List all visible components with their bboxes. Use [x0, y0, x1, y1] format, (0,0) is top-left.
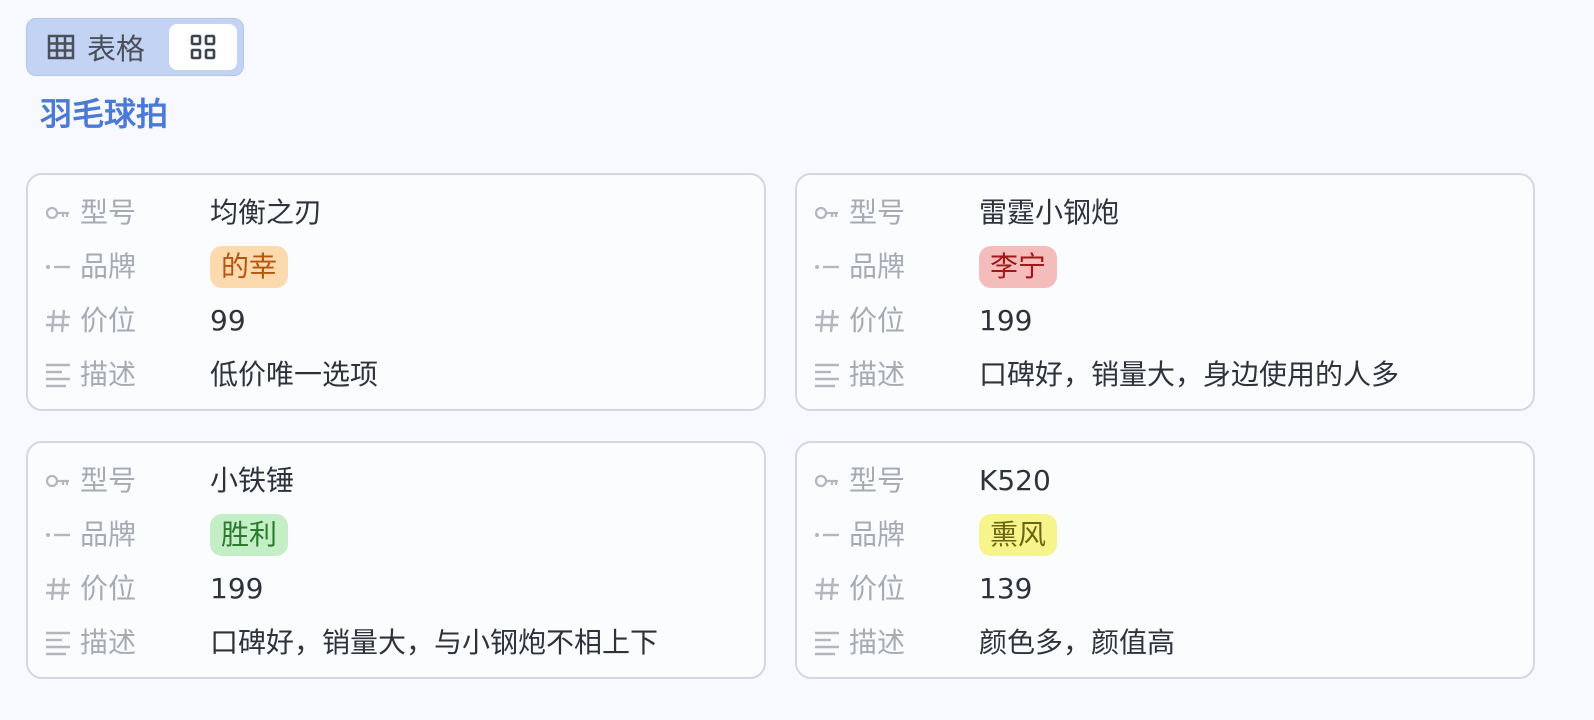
field-name-price: 价位 [849, 572, 906, 605]
field-name-desc: 描述 [80, 626, 137, 659]
record-card[interactable]: 型号 雷霆小钢炮 品牌 李宁 价位 199 描述 口碑好，销量大，身边使用的人多 [795, 173, 1535, 411]
single-select-icon [815, 265, 839, 269]
number-hash-icon [46, 309, 70, 333]
text-lines-icon [46, 631, 70, 656]
table-grid-icon [47, 34, 75, 60]
single-select-icon [815, 533, 839, 537]
record-card[interactable]: 型号 均衡之刃 品牌 的幸 价位 99 描述 低价唯一选项 [26, 173, 766, 411]
field-row-desc: 描述 口碑好，销量大，与小钢炮不相上下 [28, 623, 764, 663]
field-value-price: 199 [979, 304, 1033, 337]
field-row-price: 价位 139 [797, 569, 1533, 609]
field-value-price: 139 [979, 572, 1033, 605]
gallery-grid-icon [190, 34, 216, 60]
gallery-view-button[interactable] [169, 24, 237, 70]
record-card[interactable]: 型号 小铁锤 品牌 胜利 价位 199 描述 口碑好，销量大，与小钢炮不相上下 [26, 441, 766, 679]
field-row-desc: 描述 口碑好，销量大，身边使用的人多 [797, 355, 1533, 395]
number-hash-icon [815, 309, 839, 333]
single-select-icon [46, 533, 70, 537]
field-row-model: 型号 K520 [797, 461, 1533, 501]
key-icon [45, 474, 69, 488]
field-row-price: 价位 99 [28, 301, 764, 341]
field-name-model: 型号 [849, 196, 906, 229]
field-value-desc: 颜色多，颜值高 [979, 626, 1176, 659]
field-value-model: 雷霆小钢炮 [979, 196, 1120, 229]
field-value-desc: 口碑好，销量大，身边使用的人多 [979, 358, 1400, 391]
brand-tag: 熏风 [979, 514, 1058, 556]
field-row-brand: 品牌 胜利 [28, 514, 764, 556]
text-lines-icon [46, 363, 70, 388]
field-name-desc: 描述 [80, 358, 137, 391]
field-value-price: 99 [210, 304, 246, 337]
page-title: 羽毛球拍 [40, 95, 169, 133]
text-lines-icon [815, 631, 839, 656]
field-row-brand: 品牌 李宁 [797, 246, 1533, 288]
field-value-model: 均衡之刃 [210, 196, 323, 229]
field-value-desc: 口碑好，销量大，与小钢炮不相上下 [210, 626, 659, 659]
field-name-desc: 描述 [849, 626, 906, 659]
field-name-brand: 品牌 [849, 518, 906, 551]
brand-tag: 李宁 [979, 246, 1058, 288]
field-row-brand: 品牌 的幸 [28, 246, 764, 288]
table-view-label: 表格 [87, 32, 146, 66]
field-row-model: 型号 雷霆小钢炮 [797, 193, 1533, 233]
field-value-model: 小铁锤 [210, 464, 295, 497]
field-name-price: 价位 [80, 572, 137, 605]
number-hash-icon [815, 577, 839, 601]
key-icon [45, 206, 69, 220]
single-select-icon [46, 265, 70, 269]
field-value-desc: 低价唯一选项 [210, 358, 379, 391]
field-row-model: 型号 小铁锤 [28, 461, 764, 501]
field-row-price: 价位 199 [797, 301, 1533, 341]
field-name-brand: 品牌 [849, 250, 906, 283]
field-value-model: K520 [979, 464, 1051, 497]
brand-tag: 的幸 [210, 246, 289, 288]
number-hash-icon [46, 577, 70, 601]
field-row-desc: 描述 低价唯一选项 [28, 355, 764, 395]
field-name-model: 型号 [80, 196, 137, 229]
field-name-model: 型号 [80, 464, 137, 497]
field-name-brand: 品牌 [80, 518, 137, 551]
field-name-price: 价位 [80, 304, 137, 337]
field-row-brand: 品牌 熏风 [797, 514, 1533, 556]
view-switcher: 表格 [26, 18, 244, 76]
text-lines-icon [815, 363, 839, 388]
key-icon [814, 206, 838, 220]
table-view-button[interactable]: 表格 [27, 19, 169, 75]
field-name-brand: 品牌 [80, 250, 137, 283]
field-name-model: 型号 [849, 464, 906, 497]
field-row-desc: 描述 颜色多，颜值高 [797, 623, 1533, 663]
record-card[interactable]: 型号 K520 品牌 熏风 价位 139 描述 颜色多，颜值高 [795, 441, 1535, 679]
key-icon [814, 474, 838, 488]
brand-tag: 胜利 [210, 514, 289, 556]
field-value-price: 199 [210, 572, 264, 605]
field-row-model: 型号 均衡之刃 [28, 193, 764, 233]
field-name-price: 价位 [849, 304, 906, 337]
field-row-price: 价位 199 [28, 569, 764, 609]
field-name-desc: 描述 [849, 358, 906, 391]
